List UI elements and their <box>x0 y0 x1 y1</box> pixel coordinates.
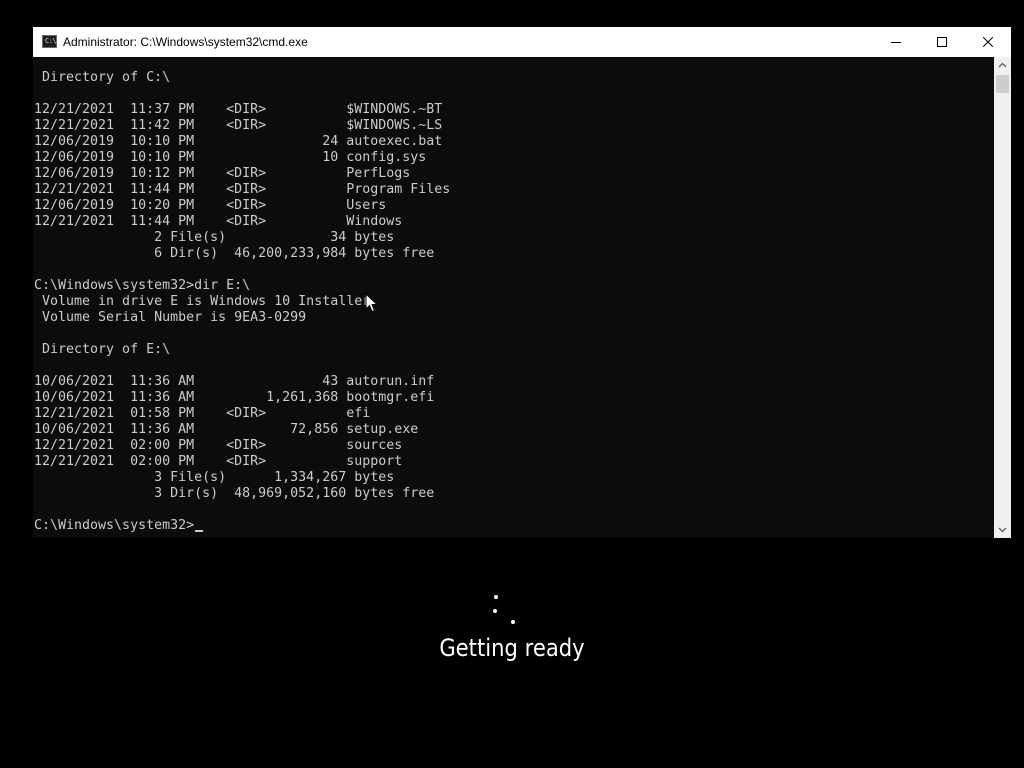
maximize-button[interactable] <box>919 27 965 57</box>
maximize-icon <box>937 37 947 47</box>
console-line: 10/06/2021 11:36 AM 1,261,368 bootmgr.ef… <box>34 390 435 405</box>
window-title: Administrator: C:\Windows\system32\cmd.e… <box>63 35 308 49</box>
console-line: Volume in drive E is Windows 10 Installe… <box>34 294 371 309</box>
console-line: 12/21/2021 11:44 PM <DIR> Program Files <box>34 182 451 197</box>
console-line: 3 Dir(s) 48,969,052,160 bytes free <box>34 486 435 501</box>
vertical-scrollbar[interactable] <box>994 57 1011 538</box>
desktop-screen: C:\ Administrator: C:\Windows\system32\c… <box>0 0 1024 768</box>
console-line: 12/21/2021 02:00 PM <DIR> support <box>34 454 403 469</box>
text-cursor <box>195 530 204 532</box>
minimize-icon <box>891 42 901 43</box>
console-line: 12/21/2021 11:44 PM <DIR> Windows <box>34 214 403 229</box>
close-button[interactable] <box>965 27 1011 57</box>
console-line: 3 File(s) 1,334,267 bytes <box>34 470 395 485</box>
scroll-up-button[interactable] <box>994 57 1011 74</box>
console-line: 12/06/2019 10:20 PM <DIR> Users <box>34 198 387 213</box>
console-line: 2 File(s) 34 bytes <box>34 230 395 245</box>
spinner-dot <box>493 609 497 613</box>
title-bar[interactable]: C:\ Administrator: C:\Windows\system32\c… <box>33 27 1011 57</box>
loading-spinner-icon <box>484 590 524 630</box>
chevron-up-icon <box>998 62 1007 68</box>
console-output[interactable]: Directory of C:\ 12/21/2021 11:37 PM <DI… <box>33 57 994 538</box>
scroll-down-button[interactable] <box>994 521 1011 538</box>
command-prompt: C:\Windows\system32> <box>34 518 195 533</box>
command-prompt-line[interactable]: C:\Windows\system32> <box>34 518 450 534</box>
console-line: Directory of C:\ <box>34 70 171 85</box>
close-icon <box>983 37 993 47</box>
console-line: Volume Serial Number is 9EA3-0299 <box>34 310 307 325</box>
chevron-down-icon <box>998 527 1007 533</box>
console-line: 12/06/2019 10:10 PM 24 autoexec.bat <box>34 134 443 149</box>
minimize-button[interactable] <box>873 27 919 57</box>
console-line: 10/06/2021 11:36 AM 43 autorun.inf <box>34 374 435 389</box>
scrollbar-thumb[interactable] <box>996 75 1009 93</box>
console-line: 12/21/2021 02:00 PM <DIR> sources <box>34 438 403 453</box>
cmd-console-icon-glyph: C:\ <box>45 37 57 45</box>
console-line: 12/21/2021 11:42 PM <DIR> $WINDOWS.~LS <box>34 118 443 133</box>
spinner-dot <box>511 620 515 624</box>
console-lines: Directory of C:\ 12/21/2021 11:37 PM <DI… <box>34 70 450 534</box>
mouse-pointer-icon <box>365 293 379 313</box>
cmd-window[interactable]: C:\ Administrator: C:\Windows\system32\c… <box>33 27 1011 538</box>
console-line: 12/06/2019 10:10 PM 10 config.sys <box>34 150 427 165</box>
console-line: 6 Dir(s) 46,200,233,984 bytes free <box>34 246 435 261</box>
status-message: Getting ready <box>439 634 585 662</box>
console-line: C:\Windows\system32>dir E:\ <box>34 278 251 293</box>
spinner-dot <box>494 595 498 599</box>
console-line: 12/21/2021 11:37 PM <DIR> $WINDOWS.~BT <box>34 102 443 117</box>
console-line: Directory of E:\ <box>34 342 171 357</box>
cmd-console-icon[interactable]: C:\ <box>42 35 57 48</box>
console-line: 10/06/2021 11:36 AM 72,856 setup.exe <box>34 422 419 437</box>
console-line: 12/06/2019 10:12 PM <DIR> PerfLogs <box>34 166 411 181</box>
console-line: 12/21/2021 01:58 PM <DIR> efi <box>34 406 371 421</box>
